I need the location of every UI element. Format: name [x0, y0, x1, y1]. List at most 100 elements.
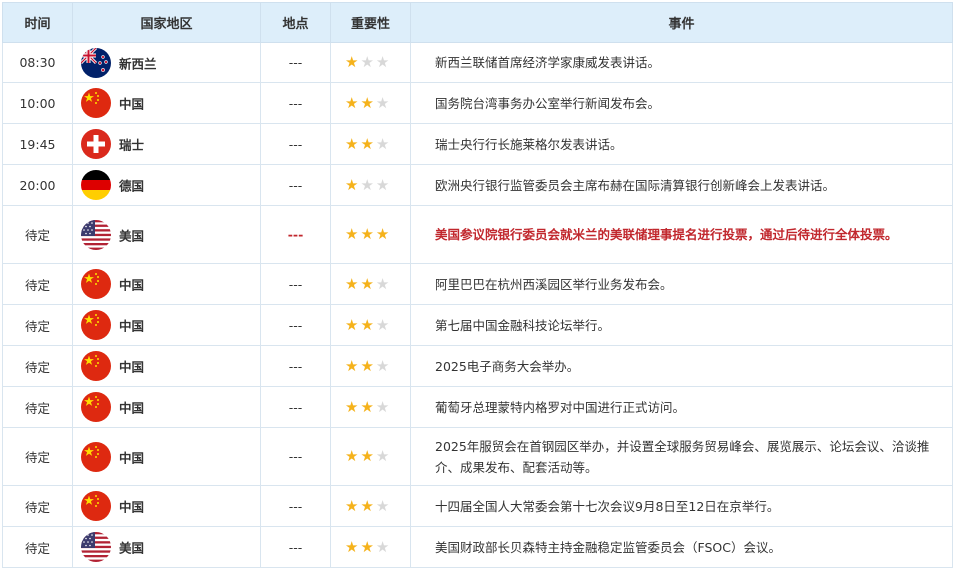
header-place: 地点 [260, 2, 331, 43]
table-row: 待定 美国 --- ★ ★ ★ 美国财政部长贝森特主持金融稳定监管委员会（FSOC）会议。 [2, 526, 953, 568]
star-empty-icon: ★ [375, 134, 390, 153]
cn-flag-icon [81, 441, 111, 472]
star-empty-icon: ★ [375, 93, 390, 112]
country-cell: 新西兰 [72, 42, 261, 83]
star-filled-icon: ★ [375, 225, 390, 243]
star-empty-icon: ★ [375, 447, 390, 465]
place-cell: --- [260, 42, 331, 83]
event-cell: 第七届中国金融科技论坛举行。 [410, 304, 953, 346]
time-cell: 待定 [2, 205, 73, 264]
cn-flag-icon [81, 269, 111, 299]
table-row: 20:00 德国 --- ★ ★ ★ 欧洲央行银行监管委员会主席布赫在国际清算银行创新峰会上… [2, 164, 953, 206]
star-filled-icon: ★ [345, 356, 359, 375]
star-filled-icon: ★ [360, 356, 374, 375]
cn-flag-icon [81, 310, 111, 340]
star-filled-icon: ★ [360, 315, 374, 334]
country-cell: 德国 [72, 164, 261, 206]
star-empty-icon: ★ [375, 496, 390, 515]
country-cell: 中国 [72, 263, 261, 305]
star-filled-icon: ★ [345, 397, 359, 416]
event-cell: 新西兰联储首席经济学家康威发表讲话。 [410, 42, 953, 83]
country-name: 中国 [119, 400, 145, 416]
event-cell: 美国参议院银行委员会就米兰的美联储理事提名进行投票，通过后待进行全体投票。 [410, 205, 953, 264]
star-filled-icon: ★ [360, 537, 374, 556]
star-empty-icon: ★ [360, 53, 374, 71]
event-cell: 十四届全国人大常委会第十七次会议9月8日至12日在京举行。 [410, 485, 953, 527]
country-name: 德国 [119, 178, 145, 194]
star-empty-icon: ★ [375, 175, 390, 194]
ch-flag-icon [81, 129, 111, 159]
place-cell: --- [260, 345, 331, 387]
importance-stars: ★ ★ ★ [330, 164, 411, 206]
place-cell: --- [260, 304, 331, 346]
country-cell: 美国 [72, 526, 261, 568]
header-country: 国家地区 [72, 2, 261, 43]
place-cell: --- [260, 485, 331, 527]
event-cell: 阿里巴巴在杭州西溪园区举行业务发布会。 [410, 263, 953, 305]
importance-stars: ★ ★ ★ [330, 386, 411, 428]
event-cell: 葡萄牙总理蒙特内格罗对中国进行正式访问。 [410, 386, 953, 428]
importance-stars: ★ ★ ★ [330, 485, 411, 527]
place-cell: --- [260, 205, 331, 264]
country-name: 美国 [119, 540, 145, 556]
country-name: 中国 [119, 499, 145, 515]
importance-stars: ★ ★ ★ [330, 304, 411, 346]
table-row: 待定 中国 --- ★ ★ ★ 阿里巴巴在杭州西溪园区举行业务发布会。 [2, 263, 953, 305]
importance-stars: ★ ★ ★ [330, 526, 411, 568]
time-cell: 10:00 [2, 82, 73, 124]
star-filled-icon: ★ [345, 93, 359, 112]
country-cell: 中国 [72, 427, 261, 486]
importance-stars: ★ ★ ★ [330, 205, 411, 264]
country-name: 新西兰 [119, 56, 157, 71]
place-cell: --- [260, 164, 331, 206]
importance-stars: ★ ★ ★ [330, 42, 411, 83]
table-row: 10:00 中国 --- ★ ★ ★ 国务院台湾事务办公室举行新闻发布会。 [2, 82, 953, 124]
time-cell: 待定 [2, 263, 73, 305]
place-cell: --- [260, 82, 331, 124]
star-filled-icon: ★ [360, 93, 374, 112]
table-row: 待定 中国 --- ★ ★ ★ 2025年服贸会在首钢园区举办，并设置全球服务贸易峰会、展览… [2, 427, 953, 486]
importance-stars: ★ ★ ★ [330, 345, 411, 387]
table-row: 待定 中国 --- ★ ★ ★ 第七届中国金融科技论坛举行。 [2, 304, 953, 346]
economic-calendar-table: 时间 国家地区 地点 重要性 事件 08:30 新西兰 --- ★ ★ ★ 新西兰联储首席经… [2, 2, 953, 568]
country-cell: 瑞士 [72, 123, 261, 165]
country-name: 中国 [119, 318, 145, 334]
place-cell: --- [260, 526, 331, 568]
country-cell: 美国 [72, 205, 261, 264]
star-filled-icon: ★ [360, 496, 374, 515]
place-cell: --- [260, 123, 331, 165]
table-header-row: 时间 国家地区 地点 重要性 事件 [2, 2, 953, 43]
cn-flag-icon [81, 88, 111, 118]
us-flag-icon [81, 532, 111, 562]
time-cell: 待定 [2, 485, 73, 527]
country-name: 中国 [119, 277, 145, 293]
header-importance: 重要性 [330, 2, 411, 43]
table-row: 待定 中国 --- ★ ★ ★ 葡萄牙总理蒙特内格罗对中国进行正式访问。 [2, 386, 953, 428]
country-cell: 中国 [72, 386, 261, 428]
country-name: 中国 [119, 96, 145, 112]
event-cell: 美国财政部长贝森特主持金融稳定监管委员会（FSOC）会议。 [410, 526, 953, 568]
table-row: 19:45 瑞士 --- ★ ★ ★ 瑞士央行行长施莱格尔发表讲话。 [2, 123, 953, 165]
cn-flag-icon [81, 491, 111, 521]
country-cell: 中国 [72, 82, 261, 124]
star-empty-icon: ★ [375, 537, 390, 556]
place-cell: --- [260, 427, 331, 486]
event-cell: 2025电子商务大会举办。 [410, 345, 953, 387]
star-filled-icon: ★ [345, 225, 359, 243]
star-filled-icon: ★ [345, 537, 359, 556]
time-cell: 20:00 [2, 164, 73, 206]
star-filled-icon: ★ [360, 274, 374, 293]
star-empty-icon: ★ [375, 397, 390, 416]
cn-flag-icon [81, 351, 111, 381]
time-cell: 待定 [2, 345, 73, 387]
event-cell: 欧洲央行银行监管委员会主席布赫在国际清算银行创新峰会上发表讲话。 [410, 164, 953, 206]
header-event: 事件 [410, 2, 953, 43]
importance-stars: ★ ★ ★ [330, 427, 411, 486]
table-row: 待定 中国 --- ★ ★ ★ 十四届全国人大常委会第十七次会议9月8日至12日在京举行。 [2, 485, 953, 527]
star-filled-icon: ★ [345, 175, 359, 194]
star-empty-icon: ★ [375, 356, 390, 375]
country-name: 瑞士 [119, 137, 145, 153]
country-cell: 中国 [72, 485, 261, 527]
table-body: 08:30 新西兰 --- ★ ★ ★ 新西兰联储首席经济学家康威发表讲话。 10:00 中国 -… [2, 42, 953, 568]
importance-stars: ★ ★ ★ [330, 123, 411, 165]
